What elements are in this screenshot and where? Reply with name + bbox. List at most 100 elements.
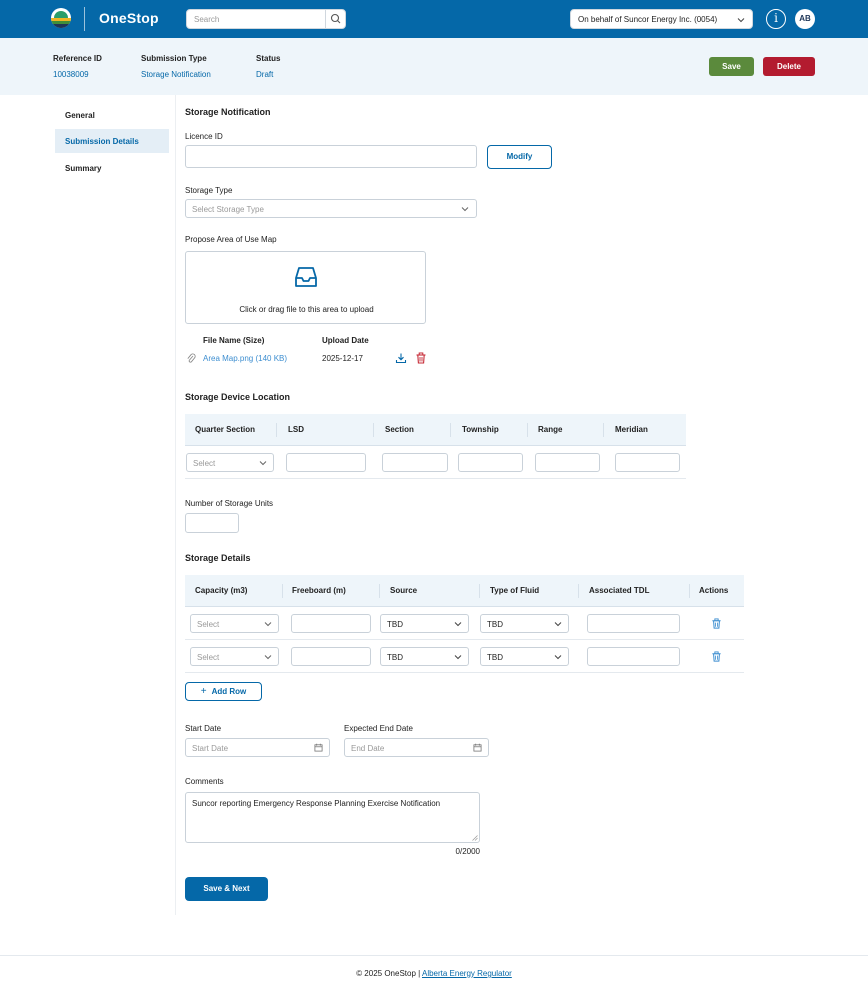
licence-id-label: Licence ID: [185, 132, 223, 141]
storage-type-select[interactable]: Select Storage Type: [185, 199, 477, 218]
plus-icon: +: [200, 686, 207, 697]
column-separator: [479, 584, 480, 598]
column-header: Range: [538, 425, 563, 434]
capacity-value: Select: [197, 653, 220, 662]
reference-label: Reference ID: [53, 54, 102, 63]
row-divider: [185, 639, 744, 640]
range-input[interactable]: [535, 453, 600, 472]
column-separator: [527, 423, 528, 437]
search-icon: [330, 13, 341, 24]
upload-instruction: Click or drag file to this area to uploa…: [239, 305, 374, 314]
submission-type-label: Submission Type: [141, 54, 207, 63]
onestop-logo-icon[interactable]: [51, 8, 71, 28]
upload-date-header: Upload Date: [322, 336, 369, 345]
delete-button[interactable]: Delete: [763, 57, 815, 76]
behalf-select[interactable]: On behalf of Suncor Energy Inc. (0054): [570, 9, 753, 29]
capacity-select[interactable]: Select: [190, 614, 279, 633]
column-header: Actions: [699, 586, 729, 595]
freeboard-input[interactable]: [291, 614, 371, 633]
submission-type-value: Storage Notification: [141, 70, 211, 79]
chevron-down-icon: [554, 655, 562, 660]
trash-icon[interactable]: [415, 352, 427, 364]
copyright-text: © 2025 OneStop |: [356, 969, 421, 978]
calendar-icon: [473, 743, 482, 752]
chevron-down-icon: [737, 18, 745, 23]
column-header: Township: [462, 425, 499, 434]
chevron-down-icon: [259, 461, 267, 466]
column-header: Section: [385, 425, 414, 434]
storage-units-input[interactable]: [185, 513, 239, 533]
column-header: Freeboard (m): [292, 586, 346, 595]
fluid-type-select[interactable]: TBD: [480, 614, 569, 633]
info-icon[interactable]: i: [766, 9, 786, 29]
source-select[interactable]: TBD: [380, 647, 469, 666]
source-value: TBD: [387, 620, 403, 629]
column-header: Associated TDL: [589, 586, 650, 595]
quarter-section-select[interactable]: Select: [186, 453, 274, 472]
file-link[interactable]: Area Map.png (140 KB): [203, 354, 287, 363]
add-row-button[interactable]: + Add Row: [185, 682, 262, 701]
nav-item-submission-details[interactable]: Submission Details: [55, 129, 169, 153]
start-date-placeholder: Start Date: [192, 744, 229, 753]
nav-item-general[interactable]: General: [55, 103, 169, 127]
comments-textarea[interactable]: Suncor reporting Emergency Response Plan…: [185, 792, 480, 843]
column-header: Capacity (m3): [195, 586, 248, 595]
section-input[interactable]: [382, 453, 448, 472]
avatar[interactable]: AB: [795, 9, 815, 29]
delete-row-icon[interactable]: [711, 618, 722, 629]
associated-tdl-input[interactable]: [587, 647, 680, 666]
download-icon[interactable]: [395, 352, 407, 364]
search-button[interactable]: [325, 10, 345, 28]
file-upload-date: 2025-12-17: [322, 354, 363, 363]
details-table-header: Capacity (m3) Freeboard (m) Source Type …: [185, 575, 744, 607]
file-upload-dropzone[interactable]: Click or drag file to this area to uploa…: [185, 251, 426, 324]
select-placeholder: Select: [193, 459, 216, 468]
modify-button[interactable]: Modify: [487, 145, 552, 169]
chevron-down-icon: [454, 622, 462, 627]
start-date-label: Start Date: [185, 724, 222, 733]
file-name-header: File Name (Size): [203, 336, 265, 345]
column-header: Meridian: [615, 425, 648, 434]
comments-label: Comments: [185, 777, 224, 786]
capacity-select[interactable]: Select: [190, 647, 279, 666]
footer: © 2025 OneStop | Alberta Energy Regulato…: [0, 969, 868, 978]
licence-id-input[interactable]: [185, 145, 477, 168]
location-table-header: Quarter Section LSD Section Township Ran…: [185, 414, 686, 446]
aer-link[interactable]: Alberta Energy Regulator: [422, 969, 512, 978]
reference-value: 10038009: [53, 70, 89, 79]
column-separator: [578, 584, 579, 598]
meridian-input[interactable]: [615, 453, 680, 472]
township-input[interactable]: [458, 453, 523, 472]
column-separator: [373, 423, 374, 437]
nav-divider: [175, 95, 176, 915]
search-input[interactable]: Search: [186, 9, 346, 29]
column-separator: [282, 584, 283, 598]
source-value: TBD: [387, 653, 403, 662]
column-header: Type of Fluid: [490, 586, 540, 595]
storage-type-label: Storage Type: [185, 186, 233, 195]
top-bar: OneStop Search On behalf of Suncor Energ…: [0, 0, 868, 38]
associated-tdl-input[interactable]: [587, 614, 680, 633]
end-date-placeholder: End Date: [351, 744, 385, 753]
nav-item-summary[interactable]: Summary: [55, 156, 169, 180]
logo-divider: [84, 7, 85, 31]
end-date-picker[interactable]: End Date: [344, 738, 489, 757]
footer-divider: [0, 955, 868, 956]
section-title-device-location: Storage Device Location: [185, 392, 291, 402]
chevron-down-icon: [264, 622, 272, 627]
storage-type-placeholder: Select Storage Type: [192, 205, 264, 214]
save-and-next-button[interactable]: Save & Next: [185, 877, 268, 901]
inbox-upload-icon: [295, 267, 317, 287]
fluid-type-select[interactable]: TBD: [480, 647, 569, 666]
freeboard-input[interactable]: [291, 647, 371, 666]
column-separator: [450, 423, 451, 437]
section-title-storage-notification: Storage Notification: [185, 107, 271, 117]
column-separator: [276, 423, 277, 437]
brand-name[interactable]: OneStop: [99, 10, 159, 26]
source-select[interactable]: TBD: [380, 614, 469, 633]
save-button[interactable]: Save: [709, 57, 754, 76]
start-date-picker[interactable]: Start Date: [185, 738, 330, 757]
delete-row-icon[interactable]: [711, 651, 722, 662]
lsd-input[interactable]: [286, 453, 366, 472]
resize-handle-icon[interactable]: [472, 835, 478, 841]
